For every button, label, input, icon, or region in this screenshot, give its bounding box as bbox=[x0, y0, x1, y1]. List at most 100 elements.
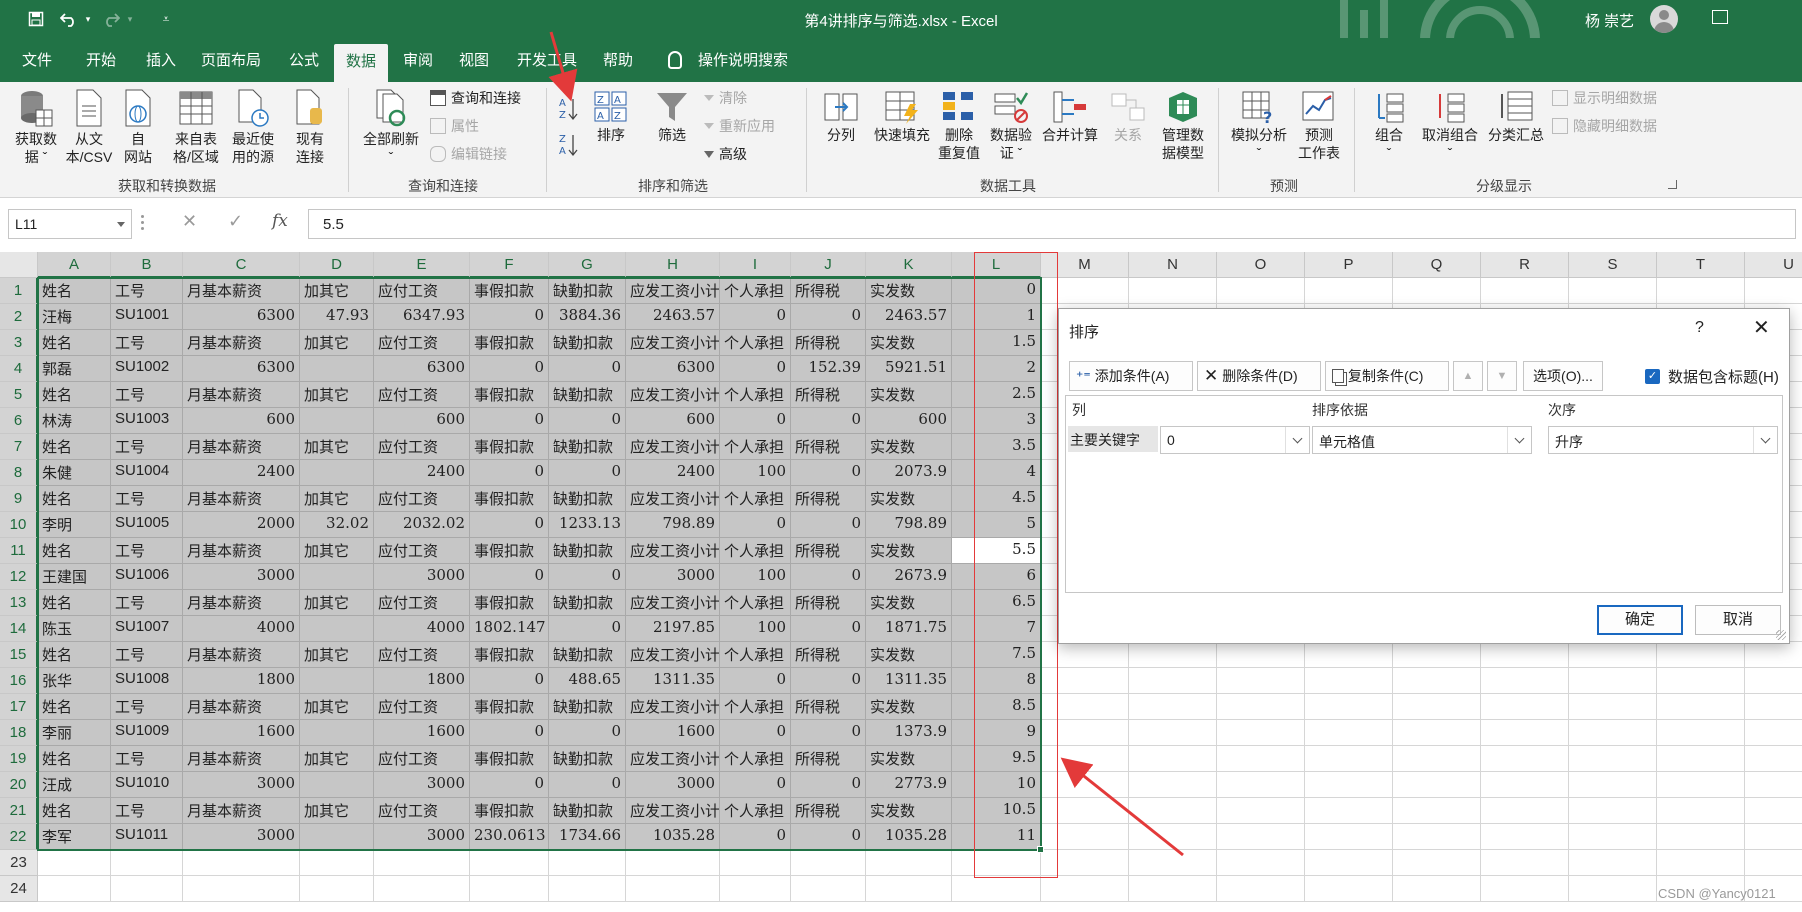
table-cell[interactable]: 事假扣款 bbox=[470, 278, 549, 304]
empty-cell[interactable] bbox=[1481, 798, 1569, 824]
table-cell[interactable]: 工号 bbox=[111, 382, 183, 408]
row-header-9[interactable]: 9 bbox=[0, 486, 38, 512]
row-header-6[interactable]: 6 bbox=[0, 408, 38, 434]
empty-cell[interactable] bbox=[1569, 798, 1657, 824]
empty-cell[interactable] bbox=[1129, 278, 1217, 304]
table-cell[interactable]: 4.5 bbox=[952, 486, 1041, 512]
empty-cell[interactable] bbox=[374, 850, 470, 876]
empty-cell[interactable] bbox=[1657, 824, 1745, 850]
table-cell[interactable]: 应付工资 bbox=[374, 382, 470, 408]
table-cell[interactable]: 王建国 bbox=[38, 564, 111, 590]
filter-button[interactable]: 筛选 bbox=[650, 90, 694, 144]
column-header-c[interactable]: C bbox=[183, 252, 300, 278]
table-cell[interactable]: 所得税 bbox=[791, 330, 866, 356]
table-cell[interactable]: 0 bbox=[470, 772, 549, 798]
table-cell[interactable]: 加其它 bbox=[300, 590, 374, 616]
empty-cell[interactable] bbox=[1041, 772, 1129, 798]
column-header-o[interactable]: O bbox=[1217, 252, 1305, 278]
table-cell[interactable]: 工号 bbox=[111, 590, 183, 616]
empty-cell[interactable] bbox=[1745, 824, 1802, 850]
table-cell[interactable]: 个人承担 bbox=[720, 746, 791, 772]
empty-cell[interactable] bbox=[866, 876, 952, 902]
empty-cell[interactable] bbox=[626, 876, 720, 902]
insert-function-icon[interactable]: fx bbox=[272, 211, 288, 231]
row-header-20[interactable]: 20 bbox=[0, 772, 38, 798]
empty-cell[interactable] bbox=[1129, 772, 1217, 798]
table-cell[interactable]: 0 bbox=[791, 408, 866, 434]
table-cell[interactable]: 加其它 bbox=[300, 694, 374, 720]
table-cell[interactable]: 缺勤扣款 bbox=[549, 382, 626, 408]
tab-page-layout[interactable]: 页面布局 bbox=[201, 49, 261, 70]
column-header-u[interactable]: U bbox=[1745, 252, 1802, 278]
table-cell[interactable]: 月基本薪资 bbox=[183, 798, 300, 824]
add-level-button[interactable]: ⁺⁼ 添加条件(A) bbox=[1069, 361, 1193, 391]
edit-links-button[interactable]: 编辑链接 bbox=[430, 144, 507, 164]
table-cell[interactable]: 应发工资小计 bbox=[626, 590, 720, 616]
formula-input[interactable]: 5.5 bbox=[308, 209, 1796, 239]
row-header-18[interactable]: 18 bbox=[0, 720, 38, 746]
data-validation-button[interactable]: 数据验 证 ˇ bbox=[986, 90, 1036, 162]
table-cell[interactable]: 工号 bbox=[111, 330, 183, 356]
table-cell[interactable]: 3000 bbox=[183, 564, 300, 590]
from-text-csv-button[interactable]: 从文 本/CSV bbox=[64, 88, 114, 166]
row-header-24[interactable]: 24 bbox=[0, 876, 38, 902]
empty-cell[interactable] bbox=[183, 876, 300, 902]
empty-cell[interactable] bbox=[1481, 746, 1569, 772]
formula-bar-resize-handle[interactable] bbox=[141, 213, 145, 233]
empty-cell[interactable] bbox=[1217, 720, 1305, 746]
table-cell[interactable]: 0 bbox=[791, 772, 866, 798]
table-cell[interactable]: SU1008 bbox=[111, 668, 183, 694]
empty-cell[interactable] bbox=[1129, 720, 1217, 746]
table-cell[interactable]: 实发数 bbox=[866, 330, 952, 356]
tab-home[interactable]: 开始 bbox=[86, 49, 116, 70]
table-cell[interactable]: 月基本薪资 bbox=[183, 278, 300, 304]
empty-cell[interactable] bbox=[300, 850, 374, 876]
empty-cell[interactable] bbox=[300, 876, 374, 902]
table-cell[interactable]: 李军 bbox=[38, 824, 111, 850]
table-cell[interactable]: 月基本薪资 bbox=[183, 330, 300, 356]
table-cell[interactable]: 0 bbox=[470, 512, 549, 538]
empty-cell[interactable] bbox=[1657, 668, 1745, 694]
table-cell[interactable]: 缺勤扣款 bbox=[549, 590, 626, 616]
table-cell[interactable]: 实发数 bbox=[866, 382, 952, 408]
table-cell[interactable]: 0 bbox=[952, 278, 1041, 304]
empty-cell[interactable] bbox=[791, 850, 866, 876]
row-header-11[interactable]: 11 bbox=[0, 538, 38, 564]
empty-cell[interactable] bbox=[1393, 720, 1481, 746]
table-cell[interactable]: 0 bbox=[791, 824, 866, 850]
empty-cell[interactable] bbox=[111, 850, 183, 876]
table-cell[interactable]: 加其它 bbox=[300, 278, 374, 304]
forecast-sheet-button[interactable]: 预测 工作表 bbox=[1294, 90, 1344, 162]
table-cell[interactable]: 2463.57 bbox=[866, 304, 952, 330]
row-header-22[interactable]: 22 bbox=[0, 824, 38, 850]
empty-cell[interactable] bbox=[1041, 746, 1129, 772]
table-cell[interactable]: 3000 bbox=[374, 824, 470, 850]
empty-cell[interactable] bbox=[1129, 876, 1217, 902]
table-cell[interactable]: 9.5 bbox=[952, 746, 1041, 772]
empty-cell[interactable] bbox=[1481, 278, 1569, 304]
empty-cell[interactable] bbox=[1393, 798, 1481, 824]
row-header-2[interactable]: 2 bbox=[0, 304, 38, 330]
table-cell[interactable]: 姓名 bbox=[38, 746, 111, 772]
table-cell[interactable]: 工号 bbox=[111, 642, 183, 668]
table-cell[interactable]: 姓名 bbox=[38, 434, 111, 460]
table-cell[interactable]: 事假扣款 bbox=[470, 694, 549, 720]
empty-cell[interactable] bbox=[1217, 642, 1305, 668]
table-cell[interactable]: 个人承担 bbox=[720, 382, 791, 408]
move-down-button[interactable]: ▼ bbox=[1487, 361, 1517, 391]
table-cell[interactable]: 事假扣款 bbox=[470, 486, 549, 512]
table-cell[interactable]: 个人承担 bbox=[720, 330, 791, 356]
options-button[interactable]: 选项(O)... bbox=[1523, 361, 1603, 391]
table-cell[interactable]: 姓名 bbox=[38, 382, 111, 408]
empty-cell[interactable] bbox=[470, 876, 549, 902]
table-cell[interactable]: 6300 bbox=[626, 356, 720, 382]
empty-cell[interactable] bbox=[1305, 694, 1393, 720]
table-cell[interactable]: 1373.9 bbox=[866, 720, 952, 746]
table-cell[interactable]: 月基本薪资 bbox=[183, 746, 300, 772]
table-cell[interactable]: 600 bbox=[866, 408, 952, 434]
table-cell[interactable]: 缺勤扣款 bbox=[549, 486, 626, 512]
table-cell[interactable]: 10.5 bbox=[952, 798, 1041, 824]
table-cell[interactable]: 6300 bbox=[374, 356, 470, 382]
table-cell[interactable]: 5.5 bbox=[952, 538, 1041, 564]
table-cell[interactable]: 9 bbox=[952, 720, 1041, 746]
